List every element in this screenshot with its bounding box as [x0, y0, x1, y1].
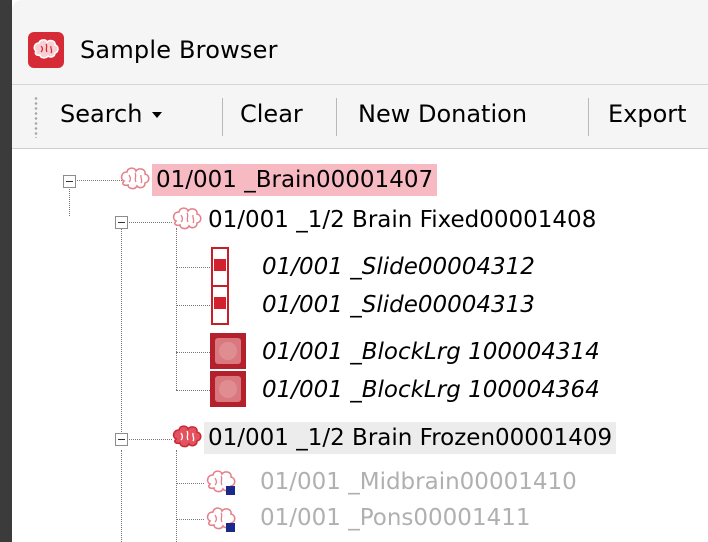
search-button-label: Search	[60, 100, 143, 128]
brain-tag-icon	[204, 505, 238, 539]
tree-connector	[176, 483, 204, 484]
toolbar-separator	[588, 98, 589, 136]
search-button[interactable]: Search	[60, 100, 163, 128]
tree-node-slide[interactable]: 01/001 _Slide00004313	[258, 289, 539, 321]
brain-outline-icon	[118, 165, 152, 199]
sample-browser-window: Sample Browser Search Clear New Donation…	[0, 0, 708, 542]
tree-node-brain-frozen[interactable]: 01/001 _1/2 Brain Frozen00001409	[204, 422, 617, 454]
slide-icon	[211, 247, 229, 287]
window-left-edge	[0, 0, 12, 542]
tree-node-brain[interactable]: 01/001 _Brain00001407	[152, 164, 438, 196]
chevron-down-icon	[152, 112, 163, 118]
brain-outline-icon	[170, 205, 204, 239]
export-button[interactable]: Export	[608, 100, 687, 128]
collapse-toggle[interactable]	[115, 433, 128, 446]
tree-connector	[176, 390, 210, 391]
new-donation-button[interactable]: New Donation	[358, 100, 527, 128]
toolbar-separator	[336, 98, 337, 136]
tree-node-brain-fixed[interactable]: 01/001 _1/2 Brain Fixed00001408	[204, 204, 600, 236]
tree-connector	[176, 352, 210, 353]
tree-node-slide[interactable]: 01/001 _Slide00004312	[258, 251, 539, 283]
window-title: Sample Browser	[80, 36, 278, 64]
tree-connector	[121, 228, 122, 444]
toolbar-separator	[222, 98, 223, 136]
brain-filled-icon	[170, 423, 204, 457]
tree-node-block[interactable]: 01/001 _BlockLrg 100004314	[258, 336, 604, 368]
tree-connector	[122, 439, 172, 440]
block-icon	[210, 371, 246, 407]
tree-connector	[176, 305, 210, 306]
tree-connector	[122, 222, 172, 223]
tree-connector	[176, 450, 177, 542]
collapse-toggle[interactable]	[115, 216, 128, 229]
block-icon	[210, 333, 246, 369]
slide-icon	[211, 285, 229, 325]
brain-tag-icon	[204, 468, 238, 502]
tree-connector	[176, 267, 210, 268]
tree-node-block[interactable]: 01/001 _BlockLrg 100004364	[258, 374, 604, 406]
clear-button[interactable]: Clear	[240, 100, 303, 128]
tree-connector	[176, 519, 204, 520]
tree-node-pons[interactable]: 01/001 _Pons00001411	[256, 502, 534, 534]
toolbar-grip[interactable]	[34, 96, 38, 138]
tree-node-midbrain[interactable]: 01/001 _Midbrain00001410	[256, 466, 581, 498]
collapse-toggle[interactable]	[63, 175, 76, 188]
tree-connector	[69, 187, 70, 216]
tree-connector	[176, 228, 177, 390]
brain-icon	[28, 32, 64, 68]
tree-connector	[121, 450, 122, 542]
